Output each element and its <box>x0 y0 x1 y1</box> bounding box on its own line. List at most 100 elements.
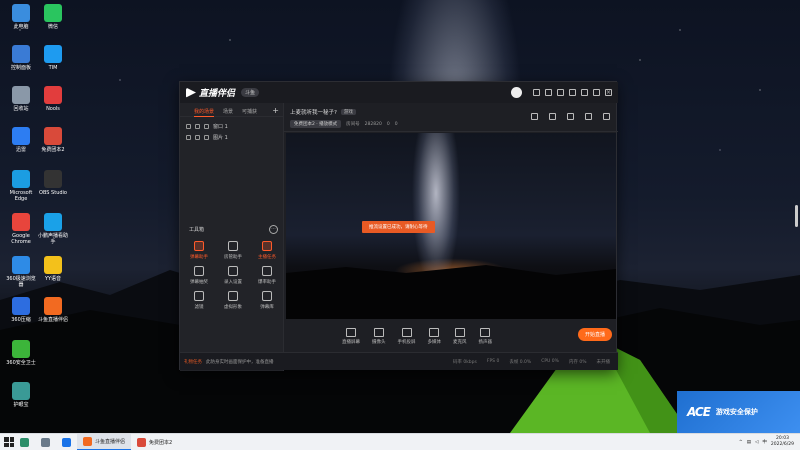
mail-app-icon[interactable] <box>56 434 77 450</box>
mail-icon[interactable] <box>533 89 540 96</box>
desktop-icon[interactable]: Nools <box>36 86 70 112</box>
avatar[interactable] <box>511 87 522 98</box>
taskbar-app[interactable]: 斗鱼直播伴侣 <box>77 433 132 450</box>
tool-item[interactable]: 弹幕抽奖 <box>182 266 216 285</box>
bell-icon[interactable] <box>585 113 592 120</box>
minimize-button[interactable] <box>581 89 588 96</box>
desktop-icon-label: 360极速浏览器 <box>6 276 36 288</box>
desktop-icon[interactable]: Google Chrome <box>4 213 38 245</box>
tool-item[interactable]: 虚拟形象 <box>216 291 250 310</box>
chrome-icon <box>12 213 30 231</box>
start-button[interactable] <box>4 437 14 447</box>
desktop-icon[interactable]: 微信 <box>36 4 70 30</box>
tab-capturable[interactable]: 可捕获 <box>242 108 257 116</box>
tool-item[interactable]: 爆率助手 <box>250 266 284 285</box>
screen-capture-button[interactable]: 直播屏幕 <box>342 327 360 345</box>
eye-icon[interactable] <box>186 135 191 140</box>
taskbar-app[interactable]: 免费团本2 <box>131 434 178 450</box>
desktop-icon[interactable]: 回收站 <box>4 86 38 112</box>
desktop-icon[interactable]: 360极速浏览器 <box>4 256 38 288</box>
gift-icon[interactable] <box>531 113 538 120</box>
scrollbar[interactable] <box>795 205 798 227</box>
task-view-icon[interactable] <box>14 434 35 450</box>
ime-indicator[interactable]: 中 <box>762 439 767 445</box>
desktop-icon[interactable]: 护眼宝 <box>4 382 38 408</box>
desktop-icon-label: 免费团本2 <box>41 147 65 153</box>
network-icon[interactable]: ▤ <box>747 440 751 445</box>
start-live-button[interactable]: 开始直播 <box>577 328 612 341</box>
desktop-icon[interactable]: 免费团本2 <box>36 127 70 153</box>
desktop-icon[interactable]: 小鹏声播看助手 <box>36 213 70 245</box>
category-pill[interactable]: 免费团本2 · 播放模式 <box>290 120 342 128</box>
skin-icon[interactable] <box>557 89 564 96</box>
menu-icon[interactable] <box>569 89 576 96</box>
lock-icon[interactable] <box>195 124 200 129</box>
stream-tag[interactable]: 游戏 <box>340 109 356 115</box>
app-icon <box>83 436 92 446</box>
camera-button[interactable]: 摄像头 <box>372 327 386 345</box>
desktop-icon[interactable]: YY语音 <box>36 256 70 282</box>
tab-my-scenes[interactable]: 我的场景 <box>194 108 215 117</box>
phone-cast-button[interactable]: 手机投屏 <box>398 327 416 345</box>
tool-icon <box>262 266 272 276</box>
likes-count: 0 <box>386 121 390 127</box>
desktop-icon[interactable]: Microsoft Edge <box>4 170 38 202</box>
tool-item[interactable]: 主播任务 <box>250 241 284 260</box>
status-text: 此防身实时画面保护中，准备直播 <box>206 359 274 365</box>
tool-label: 爆率助手 <box>258 280 276 285</box>
source-label: 图片 1 <box>213 135 228 141</box>
note-icon[interactable] <box>567 113 574 120</box>
chevron-up-icon[interactable]: ^ <box>739 440 743 445</box>
microphone-button[interactable]: 麦克风 <box>453 327 467 345</box>
platform-badge[interactable]: 斗鱼 <box>241 88 260 97</box>
desktop-icon-label: Microsoft Edge <box>9 190 33 202</box>
tool-label: 虚拟形象 <box>224 305 242 310</box>
media-button[interactable]: 多媒体 <box>428 327 441 345</box>
volume-icon[interactable]: ◁ <box>755 440 758 445</box>
tool-item[interactable]: 弹幕助手 <box>182 241 216 260</box>
viewers-count: 0 <box>394 121 398 127</box>
clock[interactable]: 20:03 2022/6/29 <box>771 436 794 448</box>
close-button[interactable]: × <box>605 89 612 96</box>
add-source-button[interactable]: + <box>272 107 279 116</box>
desktop-icon[interactable]: 此电脑 <box>4 4 38 30</box>
desktop-icon-label: 回收站 <box>13 106 29 112</box>
wechat-icon <box>44 4 62 22</box>
message-icon[interactable] <box>545 89 552 96</box>
gift-task-link[interactable]: 礼物任务 <box>184 359 202 365</box>
tool-item[interactable]: 录入设置 <box>216 266 250 285</box>
desktop-icon-label: 迅雷 <box>15 147 26 153</box>
desktop-icon-label: TIM <box>48 65 58 71</box>
source-buttons: 直播屏幕 摄像头 手机投屏 多媒体 麦克风 扬声器 <box>284 321 618 351</box>
tool-icon <box>194 291 204 301</box>
lock-icon[interactable] <box>195 135 200 140</box>
desktop-icon[interactable]: OBS Studio <box>36 170 70 196</box>
tab-scenes[interactable]: 场景 <box>223 108 233 116</box>
desktop-icon[interactable]: TIM <box>36 45 70 71</box>
tool-label: 弹幕助手 <box>190 255 208 260</box>
desktop-icon[interactable] <box>35 434 56 450</box>
preview-tent <box>286 265 616 319</box>
tool-item[interactable]: 房管助手 <box>216 241 250 260</box>
more-tools-button[interactable]: ··· <box>269 225 278 234</box>
ace-banner[interactable]: ACE 游戏安全保护 <box>677 391 800 433</box>
maximize-button[interactable] <box>593 89 600 96</box>
desktop-icon[interactable]: 斗鱼直播伴侣 <box>36 297 70 323</box>
desktop-icon[interactable]: 360安全卫士 <box>4 340 38 366</box>
tool-label: 房管助手 <box>224 255 242 260</box>
source-item[interactable]: 窗口 1 <box>180 121 283 132</box>
desktop-icon-label: 小鹏声播看助手 <box>37 233 68 245</box>
game-icon <box>44 127 62 145</box>
desktop-icon[interactable]: 控制面板 <box>4 45 38 71</box>
speaker-button[interactable]: 扬声器 <box>479 327 492 345</box>
desktop-icon[interactable]: 迅雷 <box>4 127 38 153</box>
stream-title[interactable]: 上麦就听我一秘子? <box>290 108 337 116</box>
tool-item[interactable]: 滤镜 <box>182 291 216 310</box>
source-item[interactable]: 图片 1 <box>180 132 283 143</box>
stream-preview[interactable]: 推流设置已成功，请耐心等待 <box>286 133 616 319</box>
lock-icon[interactable] <box>549 113 556 120</box>
tool-item[interactable]: 弹幕库 <box>250 291 284 310</box>
eye-icon[interactable] <box>186 124 191 129</box>
desktop-icon[interactable]: 360压缩 <box>4 297 38 323</box>
share-icon[interactable] <box>603 113 610 120</box>
